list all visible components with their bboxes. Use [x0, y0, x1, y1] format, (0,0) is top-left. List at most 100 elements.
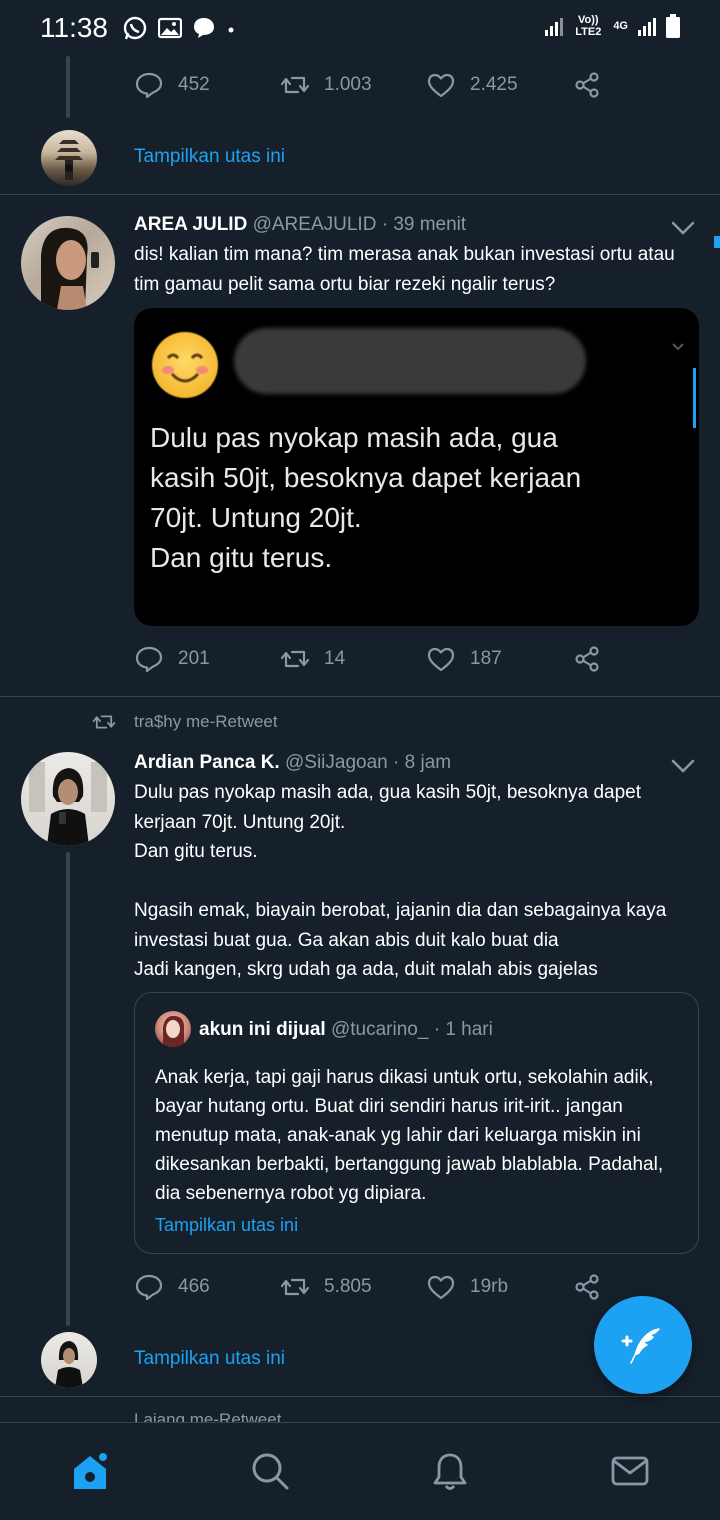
- reply-button[interactable]: 452: [134, 70, 210, 100]
- chevron-down-icon: [672, 343, 684, 351]
- bell-icon: [433, 1453, 467, 1490]
- like-count: 19rb: [470, 1276, 509, 1297]
- avatar-area-julid[interactable]: [21, 216, 115, 310]
- tweet-text-line: Jadi kangen, skrg udah ga ada, duit mala…: [134, 959, 598, 980]
- retweet-icon: [280, 76, 310, 94]
- chevron-down-icon[interactable]: [670, 220, 696, 236]
- separator-dot: ·: [433, 1019, 441, 1040]
- whatsapp-icon: [123, 16, 147, 40]
- profile-photo-icon: [163, 1015, 185, 1047]
- blurred-name-bar: [234, 328, 586, 394]
- profile-photo-icon: [41, 227, 99, 310]
- network-tag-4g: 4G: [613, 20, 628, 32]
- compose-tweet-button[interactable]: [594, 1296, 692, 1394]
- retweet-button[interactable]: 14: [280, 644, 345, 674]
- share-icon: [575, 646, 599, 672]
- nav-search[interactable]: [246, 1447, 294, 1495]
- tweet-text-line: kerjaan 70jt. Untung 20jt.: [134, 811, 346, 833]
- signal-icon: [545, 18, 564, 36]
- heart-icon: [427, 1275, 455, 1300]
- nav-home[interactable]: [66, 1447, 114, 1495]
- quoted-header: akun ini dijual @tucarino_ · 1 hari: [199, 1019, 493, 1041]
- status-bar: 11:38 Vo)) LTE2 4G: [0, 0, 720, 56]
- quoted-tweet[interactable]: akun ini dijual @tucarino_ · 1 hari Anak…: [134, 992, 699, 1254]
- reply-count: 452: [178, 74, 210, 95]
- quoted-handle: @tucarino_: [330, 1019, 429, 1040]
- avatar-small-temple[interactable]: [41, 130, 97, 186]
- tweet-header: Ardian Panca K. @SiiJagoan · 8 jam: [134, 752, 451, 774]
- separator-dot: ·: [393, 752, 400, 773]
- reply-count: 201: [178, 648, 210, 669]
- temple-picture-icon: [55, 140, 83, 180]
- divider: [0, 1396, 720, 1397]
- reply-icon: [135, 646, 163, 673]
- tweet-text-line: Dulu pas nyokap masih ada, gua kasih 50j…: [134, 782, 641, 803]
- tweet-text-line: Dan gitu terus.: [134, 841, 258, 862]
- divider: [0, 194, 720, 195]
- heart-icon: [427, 73, 455, 98]
- tweet-text-blank: [134, 867, 694, 897]
- retweet-button[interactable]: 5.805: [280, 1272, 372, 1302]
- retweet-context: tra$hy me-Retweet: [92, 712, 278, 732]
- tweet-media-image[interactable]: Dulu pas nyokap masih ada, gua kasih 50j…: [134, 308, 699, 626]
- quoted-text-line: menutup mata, anak-anak yg lahir dari ke…: [155, 1125, 641, 1146]
- reply-button[interactable]: 466: [134, 1272, 210, 1302]
- show-thread-link[interactable]: Tampilkan utas ini: [134, 146, 285, 168]
- display-name[interactable]: AREA JULID: [134, 214, 247, 235]
- mail-icon: [611, 1456, 649, 1486]
- user-handle[interactable]: @AREAJULID: [253, 214, 377, 235]
- like-count: 187: [470, 648, 502, 669]
- retweet-context-text[interactable]: tra$hy me-Retweet: [134, 712, 278, 732]
- reply-button[interactable]: 201: [134, 644, 210, 674]
- retweet-small-icon: [92, 715, 116, 729]
- avatar-small-ardian[interactable]: [41, 1332, 97, 1388]
- heart-icon: [427, 647, 455, 672]
- battery-icon: [666, 14, 680, 38]
- media-text: Dulu pas nyokap masih ada, gua kasih 50j…: [150, 418, 670, 578]
- chevron-down-icon[interactable]: [670, 758, 696, 774]
- share-button[interactable]: [572, 70, 602, 100]
- nav-notifications[interactable]: [426, 1447, 474, 1495]
- tweet-time: 39 menit: [393, 214, 467, 235]
- retweet-count: 1.003: [324, 74, 372, 95]
- smiling-emoji-icon: [152, 332, 218, 398]
- profile-photo-icon: [29, 762, 107, 846]
- nav-messages[interactable]: [606, 1447, 654, 1495]
- status-time: 11:38: [40, 12, 108, 43]
- signal-icon-2: [638, 18, 656, 36]
- display-name[interactable]: Ardian Panca K.: [134, 752, 280, 773]
- quoted-text: Anak kerja, tapi gaji harus dikasi untuk…: [155, 1063, 675, 1208]
- network-tag: Vo)) LTE2: [575, 14, 602, 38]
- thread-line: [66, 56, 70, 118]
- like-button[interactable]: 19rb: [426, 1272, 508, 1302]
- quoted-show-thread-link[interactable]: Tampilkan utas ini: [155, 1215, 298, 1236]
- separator-dot: ·: [381, 214, 389, 235]
- compose-tweet-icon: [621, 1328, 660, 1364]
- like-button[interactable]: 2.425: [426, 70, 518, 100]
- share-button[interactable]: [572, 1272, 602, 1302]
- quoted-avatar[interactable]: [155, 1011, 191, 1047]
- show-thread-link[interactable]: Tampilkan utas ini: [134, 1348, 285, 1370]
- tweet-text: dis! kalian tim mana? tim merasa anak bu…: [134, 240, 694, 300]
- like-count: 2.425: [470, 74, 518, 95]
- search-icon: [252, 1453, 289, 1490]
- tweet-text-line: investasi buat gua. Ga akan abis duit ka…: [134, 929, 559, 951]
- tweet-time: 8 jam: [404, 752, 452, 773]
- quoted-text-line: dia sebenernya robot yg dipiara.: [155, 1183, 427, 1204]
- reply-icon: [135, 1274, 163, 1301]
- retweet-button[interactable]: 1.003: [280, 70, 372, 100]
- quoted-text-line: bayar hutang ortu. Buat diri sendiri har…: [155, 1096, 623, 1117]
- tweet-text-line: dis! kalian tim mana? tim merasa anak bu…: [134, 244, 675, 265]
- tweet-text: Dulu pas nyokap masih ada, gua kasih 50j…: [134, 778, 694, 985]
- profile-photo-icon: [55, 1341, 83, 1388]
- chat-bubble-icon: [194, 18, 214, 38]
- tweet-text-line: tim gamau pelit sama ortu biar rezeki ng…: [134, 274, 556, 295]
- scroll-indicator: [714, 236, 720, 248]
- like-button[interactable]: 187: [426, 644, 502, 674]
- share-button[interactable]: [572, 644, 602, 674]
- avatar-ardian[interactable]: [21, 752, 115, 846]
- user-handle[interactable]: @SiiJagoan: [285, 752, 388, 773]
- share-icon: [575, 72, 599, 98]
- tweet-text-line: Ngasih emak, biayain berobat, jajanin di…: [134, 900, 667, 921]
- quoted-text-line: dikesankan berbakti, bertanggung jawab b…: [155, 1154, 664, 1175]
